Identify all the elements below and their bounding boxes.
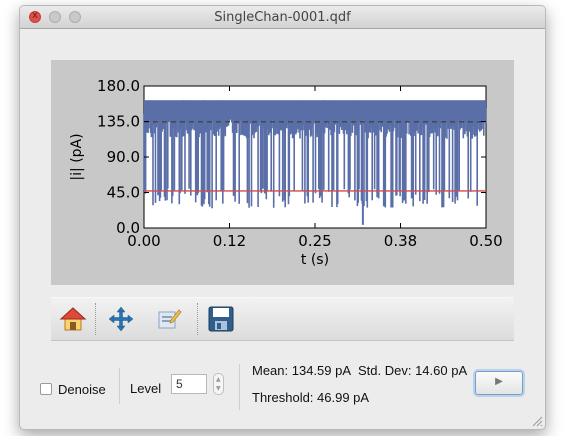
x-tick-label: 0.50 xyxy=(469,232,502,250)
y-tick-labels: 0.045.090.0135.0180.0 xyxy=(97,77,140,237)
panel-separator xyxy=(239,364,240,410)
toolbar-separator xyxy=(95,303,96,335)
window-title: SingleChan-0001.qdf xyxy=(214,10,351,25)
threshold-readout: Threshold: 46.99 pA xyxy=(252,390,370,405)
pan-button[interactable] xyxy=(107,306,135,332)
home-icon xyxy=(59,307,87,331)
x-tick-label: 0.00 xyxy=(127,232,160,250)
x-axis-label: t (s) xyxy=(301,252,329,268)
run-button[interactable]: ▶ xyxy=(475,371,523,395)
play-icon: ▶ xyxy=(495,376,503,387)
configure-icon xyxy=(158,309,182,329)
resize-grip-icon[interactable] xyxy=(531,415,543,427)
panel-separator xyxy=(119,368,120,404)
save-button[interactable] xyxy=(207,306,235,332)
denoise-checkbox[interactable] xyxy=(40,383,52,395)
chevron-up-icon[interactable]: ▲ xyxy=(216,376,221,383)
plot-canvas[interactable]: 0.0 45.0 90.0 135.0 180.0 0.00 0.12 0.25 0.38 0.… xyxy=(51,60,514,285)
x-tick-label: 0.12 xyxy=(213,232,246,250)
x-tick-label: 0.25 xyxy=(298,232,331,250)
toolbar-separator xyxy=(197,303,198,335)
save-icon xyxy=(208,306,234,332)
mean-readout: Mean: 134.59 pA xyxy=(252,363,352,378)
level-stepper[interactable]: ▲ ▼ xyxy=(213,373,224,395)
y-tick-label: 180.0 xyxy=(97,77,140,95)
level-label: Level xyxy=(130,381,162,396)
chevron-down-icon[interactable]: ▼ xyxy=(216,385,221,392)
trace-chart[interactable]: 0.045.090.0135.0180.0 0.00 0.12 0.25 0.38 0.… xyxy=(51,60,514,285)
controls-panel: Denoise Level 5 ▲ ▼ Mean: 134.59 pA Std.… xyxy=(20,346,545,426)
home-button[interactable] xyxy=(59,306,87,332)
y-tick-label: 135.0 xyxy=(97,113,140,131)
title-bar[interactable]: x SingleChan-0001.qdf xyxy=(20,6,545,29)
pan-arrows-icon xyxy=(108,306,134,332)
y-tick-label: 90.0 xyxy=(107,148,140,166)
level-spinbox[interactable]: 5 xyxy=(171,374,207,394)
y-axis-label: |i| (pA) xyxy=(69,133,85,180)
configure-button[interactable] xyxy=(155,306,183,332)
x-tick-label: 0.38 xyxy=(384,232,417,250)
denoise-label[interactable]: Denoise xyxy=(58,382,106,397)
y-tick-label: 45.0 xyxy=(107,184,140,202)
x-tick-labels: 0.00 0.12 0.25 0.38 0.50 xyxy=(127,232,502,250)
plot-toolbar xyxy=(51,297,514,341)
stddev-readout: Std. Dev: 14.60 pA xyxy=(358,363,468,378)
app-window: x SingleChan-0001.qdf 0.0 45.0 90.0 135.0 18… xyxy=(19,5,546,430)
